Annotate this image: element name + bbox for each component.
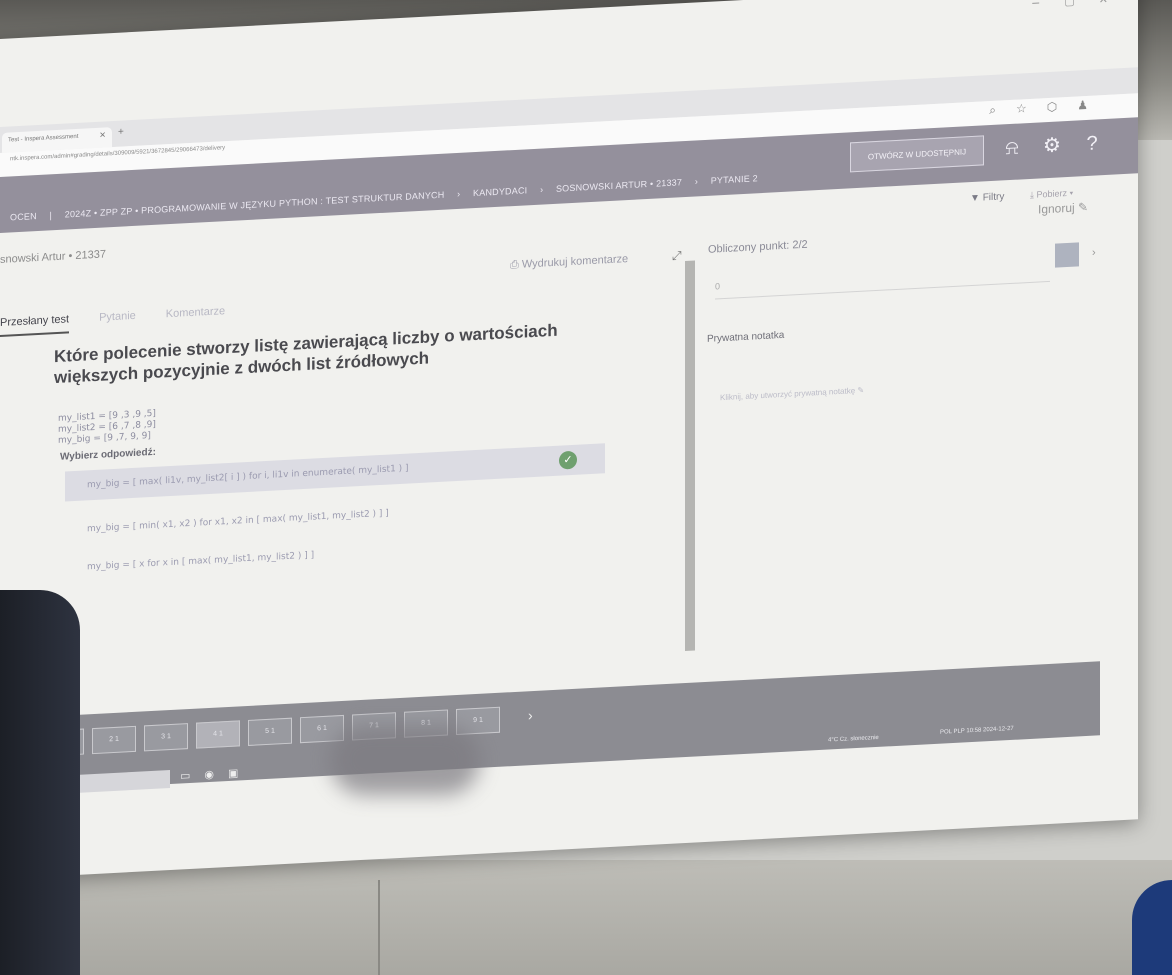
page-button[interactable]: 5 1 [248,717,292,746]
person-silhouette [0,590,80,975]
download-button[interactable]: ⤓ Pobierz ▾ [1030,188,1073,201]
breadcrumb-chevron-icon: › [540,184,544,195]
filters-label: Filtry [982,191,1005,204]
clock-time: 10:58 [966,727,982,735]
score-label: Obliczony punkt: 2/2 [708,238,808,256]
breadcrumb-sep: | [49,210,53,221]
notifications-icon[interactable]: ⍾ [1000,135,1024,160]
system-tray: POL PLP 10:58 2024-12-27 [940,726,1014,737]
page-button[interactable]: 2 1 [92,725,136,755]
printer-icon: ⎙ [510,258,519,272]
expand-icon[interactable]: ⤢ [672,248,682,264]
minimize-icon[interactable]: − [1031,0,1040,10]
bookmark-star-icon[interactable]: ☆ [1016,101,1027,117]
candidate-name: snowski Artur • 21337 [0,248,106,266]
language-indicator[interactable]: POL PLP [940,728,965,735]
score-save-button[interactable] [1055,242,1079,268]
tab-title: Test - Inspera Assessment [8,133,79,144]
print-comments-link[interactable]: ⎙ Wydrukuj komentarze [510,253,628,272]
projected-screen: − ▢ ✕ Test - Inspera Assessment ✕ + ntk.… [0,0,1138,881]
taskbar-apps: ▭ ◉ ▣ [180,766,238,782]
note-add-label: Kliknij, aby utworzyć prywatną notatkę [720,386,856,403]
profile-icon[interactable]: ♟ [1077,98,1088,114]
tab-close-icon[interactable]: ✕ [99,130,106,139]
open-button[interactable]: OTWÓRZ W UDOSTĘPNIJ [850,135,984,173]
new-tab-icon[interactable]: + [118,126,124,137]
page-button[interactable]: 4 1 [196,720,240,749]
close-icon[interactable]: ✕ [1099,0,1108,6]
breadcrumb-chevron-icon: › [457,188,461,199]
breadcrumb-candidate[interactable]: SOSNOWSKI ARTUR • 21337 [556,177,682,194]
weather-widget[interactable]: 4°C Cz. słonecznie [828,735,879,744]
maximize-icon[interactable]: ▢ [1064,0,1074,8]
private-note-label: Prywatna notatka [707,329,785,345]
choose-answer-label: Wybierz odpowiedź: [60,446,156,463]
next-page-icon[interactable]: › [528,707,533,723]
breadcrumb: OCEN | 2024Z • ZPP ZP • PROGRAMOWANIE W … [10,173,768,222]
tab-comments[interactable]: Komentarze [166,305,225,328]
extensions-icon[interactable]: ⬡ [1047,100,1057,116]
gear-icon[interactable]: ⚙ [1040,133,1064,158]
explorer-icon[interactable]: ▣ [228,766,238,780]
answer-text: my_big = [ min( x1, x2 ) for x1, x2 in [… [87,508,389,535]
breadcrumb-ocen[interactable]: OCEN [10,211,37,222]
check-icon: ✓ [559,450,577,470]
breadcrumb-question: PYTANIE 2 [710,173,758,186]
ignore-label: Ignoruj [1038,200,1075,217]
tab-submitted-test[interactable]: Przesłany test [0,313,70,337]
filters-button[interactable]: ▼ Filtry [970,191,1004,204]
tab-question[interactable]: Pytanie [99,310,136,332]
clock-date: 2024-12-27 [983,725,1014,734]
pencil-icon: ✎ [1078,199,1089,215]
wall-bottom [0,860,1172,975]
wall-seam [378,880,380,975]
ignore-button[interactable]: Ignoruj ✎ [1038,200,1088,217]
question-code: my_list1 = [9 ,3 ,9 ,5] my_list2 = [6 ,7… [58,409,156,447]
content-tabs: Przesłany test Pytanie Komentarze [0,305,225,337]
score-input[interactable]: 0 [715,263,1050,300]
panel-divider[interactable] [685,260,695,652]
page-button[interactable]: 3 1 [144,723,188,752]
answer-text: my_big = [ max( li1v, my_list2[ i ] ) fo… [87,463,409,491]
add-note-link[interactable]: Kliknij, aby utworzyć prywatną notatkę ✎ [720,386,864,403]
breadcrumb-chevron-icon: › [694,176,699,187]
window-controls: − ▢ ✕ [1031,0,1108,10]
browser-icon[interactable]: ◉ [204,768,214,782]
breadcrumb-course[interactable]: 2024Z • ZPP ZP • PROGRAMOWANIE W JĘZYKU … [65,190,445,220]
browser-actions: ⌕ ☆ ⬡ ♟ [989,98,1088,118]
print-label: Wydrukuj komentarze [521,253,629,271]
breadcrumb-candidates[interactable]: KANDYDACI [473,185,527,198]
help-icon[interactable]: ? [1080,131,1104,156]
answer-text: my_big = [ x for x in [ max( my_list1, m… [87,550,315,573]
zoom-icon[interactable]: ⌕ [989,103,996,118]
score-status-icon: › [1092,246,1096,259]
task-view-icon[interactable]: ▭ [180,769,190,783]
head-silhouette [330,725,480,795]
download-label: Pobierz [1036,188,1067,200]
